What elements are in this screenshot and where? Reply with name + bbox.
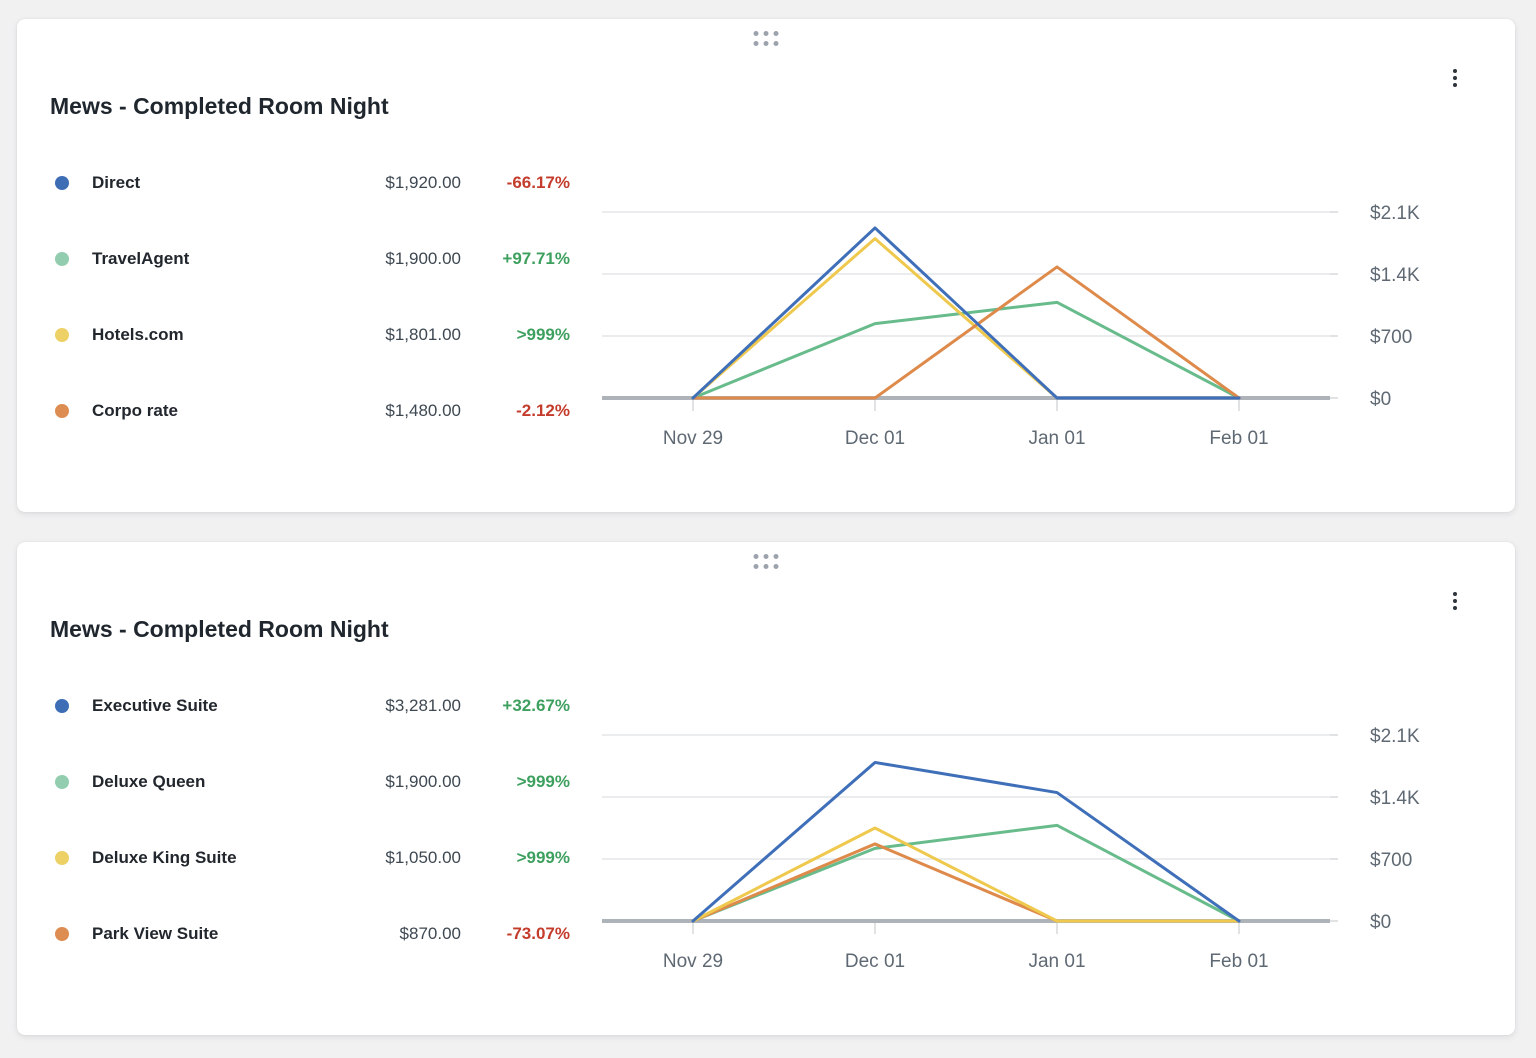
series-value: $1,900.00 <box>317 772 461 792</box>
series-change-badge: +32.67% <box>468 696 570 716</box>
kebab-menu-icon[interactable] <box>1441 586 1469 616</box>
legend-item[interactable]: Executive Suite $3,281.00 +32.67% <box>55 693 575 719</box>
svg-text:$1.4K: $1.4K <box>1370 788 1420 809</box>
drag-handle-icon[interactable] <box>750 550 783 573</box>
dashboard-page: { "theme": { "positive_color": "#3EA05F"… <box>0 0 1536 1058</box>
series-color-dot <box>55 404 69 418</box>
svg-text:$1.4K: $1.4K <box>1370 265 1420 286</box>
svg-text:$2.1K: $2.1K <box>1370 204 1420 224</box>
series-change-badge: -73.07% <box>468 924 570 944</box>
series-value: $1,900.00 <box>317 249 461 269</box>
series-value: $1,480.00 <box>317 401 461 421</box>
legend-item[interactable]: Hotels.com $1,801.00 >999% <box>55 322 575 348</box>
svg-text:$0: $0 <box>1370 912 1391 933</box>
svg-text:Dec 01: Dec 01 <box>845 428 905 449</box>
series-color-dot <box>55 176 69 190</box>
series-change-badge: -66.17% <box>468 173 570 193</box>
series-color-dot <box>55 699 69 713</box>
svg-text:Nov 29: Nov 29 <box>663 951 723 972</box>
widget-title: Mews - Completed Room Night <box>50 616 389 643</box>
series-value: $1,050.00 <box>317 848 461 868</box>
line-chart[interactable]: $2.1K $1.4K $700 $0 Nov 29 Dec 01 Jan 01 Feb 01 <box>602 204 1462 459</box>
series-change-badge: >999% <box>468 325 570 345</box>
series-value: $1,801.00 <box>317 325 461 345</box>
series-value: $1,920.00 <box>317 173 461 193</box>
series-name: Deluxe Queen <box>92 772 205 792</box>
legend-item[interactable]: Deluxe King Suite $1,050.00 >999% <box>55 845 575 871</box>
svg-text:$700: $700 <box>1370 850 1412 871</box>
series-color-dot <box>55 328 69 342</box>
series-change-badge: >999% <box>468 772 570 792</box>
series-change-badge: +97.71% <box>468 249 570 269</box>
chart-widget-channels: Mews - Completed Room Night Direct $1,92… <box>17 19 1515 512</box>
svg-text:Feb 01: Feb 01 <box>1209 951 1268 972</box>
line-chart[interactable]: $2.1K $1.4K $700 $0 Nov 29 Dec 01 Jan 01 Feb 01 <box>602 727 1462 982</box>
series-change-badge: -2.12% <box>468 401 570 421</box>
series-color-dot <box>55 851 69 865</box>
series-color-dot <box>55 775 69 789</box>
svg-text:Jan 01: Jan 01 <box>1028 951 1085 972</box>
svg-text:Jan 01: Jan 01 <box>1028 428 1085 449</box>
series-color-dot <box>55 252 69 266</box>
svg-text:Dec 01: Dec 01 <box>845 951 905 972</box>
series-name: Corpo rate <box>92 401 178 421</box>
legend-item[interactable]: Corpo rate $1,480.00 -2.12% <box>55 398 575 424</box>
legend-item[interactable]: Direct $1,920.00 -66.17% <box>55 170 575 196</box>
drag-handle-icon[interactable] <box>750 27 783 50</box>
series-value: $870.00 <box>317 924 461 944</box>
svg-text:$2.1K: $2.1K <box>1370 727 1420 747</box>
svg-text:Feb 01: Feb 01 <box>1209 428 1268 449</box>
legend-item[interactable]: Deluxe Queen $1,900.00 >999% <box>55 769 575 795</box>
kebab-menu-icon[interactable] <box>1441 63 1469 93</box>
svg-text:Nov 29: Nov 29 <box>663 428 723 449</box>
legend-item[interactable]: Park View Suite $870.00 -73.07% <box>55 921 575 947</box>
chart-widget-room-types: Mews - Completed Room Night Executive Su… <box>17 542 1515 1035</box>
series-name: Deluxe King Suite <box>92 848 237 868</box>
series-name: Hotels.com <box>92 325 184 345</box>
series-name: Direct <box>92 173 140 193</box>
svg-text:$0: $0 <box>1370 389 1391 410</box>
series-color-dot <box>55 927 69 941</box>
series-name: TravelAgent <box>92 249 189 269</box>
series-change-badge: >999% <box>468 848 570 868</box>
widget-title: Mews - Completed Room Night <box>50 93 389 120</box>
series-value: $3,281.00 <box>317 696 461 716</box>
svg-text:$700: $700 <box>1370 327 1412 348</box>
series-name: Executive Suite <box>92 696 218 716</box>
series-name: Park View Suite <box>92 924 218 944</box>
legend-item[interactable]: TravelAgent $1,900.00 +97.71% <box>55 246 575 272</box>
